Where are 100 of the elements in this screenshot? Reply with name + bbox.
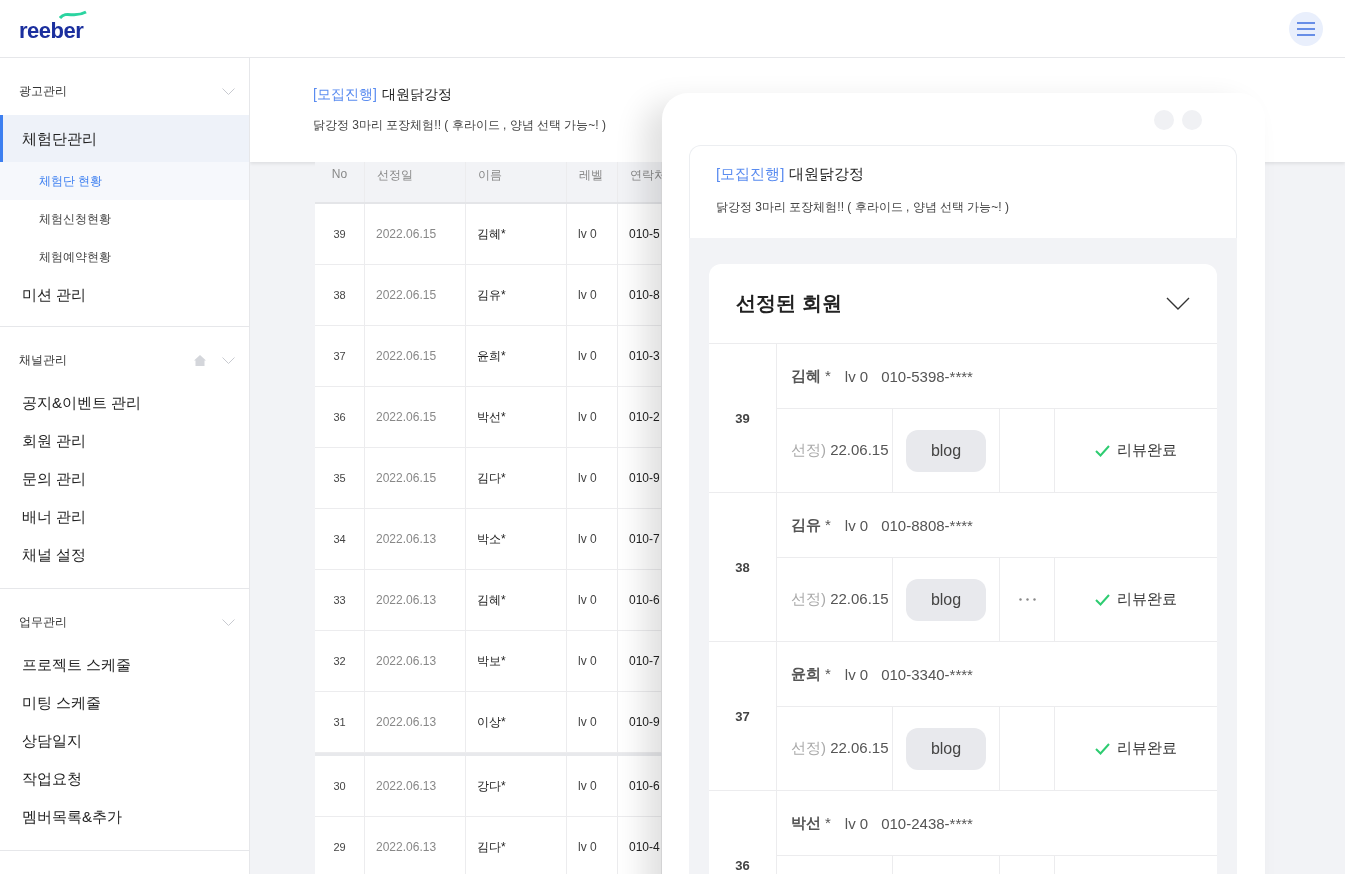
member-number: 37 [735,708,750,724]
sidebar-subitem[interactable]: 체험신청현황 [0,200,249,238]
channel-button[interactable]: blog [906,429,986,472]
sidebar-item[interactable]: 채널 설정 [0,536,249,574]
table-cell: 33 [315,570,365,630]
campaign-description: 닭강정 3마리 포장체험!! ( 후라이드 , 양념 선택 가능~! ) [716,199,1009,216]
selection-date: 선정) 22.06.15 [791,441,889,460]
member-number: 36 [735,857,750,873]
table-cell: 김혜* [466,570,567,630]
table-cell: 2022.06.13 [365,756,466,816]
channel-button[interactable]: blog [906,727,986,770]
table-cell: 박소* [466,509,567,569]
table-cell: lv 0 [567,326,618,386]
sidebar-item[interactable]: 배너 관리 [0,498,249,536]
member-name: 박선 * [791,813,831,833]
review-status: 리뷰완료 [1117,441,1177,460]
table-cell: 2022.06.15 [365,204,466,264]
table-cell: lv 0 [567,756,618,816]
table-cell: 34 [315,509,365,569]
sidebar-item[interactable]: 멤버목록&추가 [0,798,249,836]
table-cell: 2022.06.13 [365,692,466,752]
table-cell: lv 0 [567,817,618,874]
section-title[interactable]: 채널관리 [19,351,194,369]
table-cell: 2022.06.13 [365,631,466,691]
member-number: 39 [735,410,750,426]
table-cell: 32 [315,631,365,691]
member-level: lv 0 [844,516,869,534]
table-cell: lv 0 [567,265,618,325]
table-cell: 35 [315,448,365,508]
column-header: 레벨 [567,162,618,202]
sidebar-item[interactable]: 작업요청 [0,760,249,798]
section-title[interactable]: 업무관리 [19,613,222,631]
campaign-description: 닭강정 3마리 포장체험!! ( 후라이드 , 양념 선택 가능~! ) [313,117,606,134]
member-number: 38 [735,559,750,575]
status-label: [모집진행] [716,165,785,184]
table-cell: lv 0 [567,631,618,691]
table-cell: 37 [315,326,365,386]
sidebar-item[interactable]: 상담일지 [0,722,249,760]
table-cell: 박보* [466,631,567,691]
menu-button[interactable] [1289,11,1323,46]
review-status: 리뷰완료 [1117,739,1177,758]
campaign-title: 대원닭강정 [789,165,865,184]
member-name: 윤희 * [791,664,831,684]
chevron-down-icon[interactable] [1166,297,1190,310]
sidebar-subitem[interactable]: 체험단 현황 [0,162,249,200]
table-cell: 이상* [466,692,567,752]
member-phone: 010-3340-**** [881,665,973,683]
table-cell: 윤희* [466,326,567,386]
table-cell: lv 0 [567,509,618,569]
table-cell: 2022.06.15 [365,326,466,386]
column-header: 이름 [466,162,567,202]
table-cell: 김다* [466,817,567,874]
table-cell: 2022.06.13 [365,509,466,569]
table-cell: 31 [315,692,365,752]
table-cell: lv 0 [567,570,618,630]
status-label: [모집진행] [313,86,377,104]
member-level: lv 0 [844,665,869,683]
table-cell: 김혜* [466,204,567,264]
table-cell: 2022.06.13 [365,570,466,630]
member-phone: 010-2438-**** [881,814,973,832]
table-cell: lv 0 [567,387,618,447]
member-name: 김유 * [791,515,831,535]
table-cell: 강다* [466,756,567,816]
section-title: 선정된 회원 [736,291,842,316]
campaign-title: 대원닭강정 [381,86,452,104]
member-phone: 010-8808-**** [881,516,973,534]
selection-date: 선정) 22.06.15 [791,739,889,758]
sidebar-item[interactable]: 체험단관리 [0,115,249,162]
table-cell: 36 [315,387,365,447]
table-cell: 김유* [466,265,567,325]
member-level: lv 0 [844,367,869,385]
menu-icon [1297,21,1315,36]
table-cell: 29 [315,817,365,874]
sidebar-item[interactable]: 공지&이벤트 관리 [0,384,249,422]
logo[interactable]: reeber [19,13,84,44]
table-cell: lv 0 [567,204,618,264]
sidebar-item[interactable]: 문의 관리 [0,460,249,498]
table-cell: 38 [315,265,365,325]
sidebar-item[interactable]: 미션 관리 [0,276,249,314]
table-cell: 박선* [466,387,567,447]
table-cell: 39 [315,204,365,264]
table-cell: 2022.06.15 [365,265,466,325]
table-cell: 2022.06.15 [365,387,466,447]
sidebar-subitem[interactable]: 체험예약현황 [0,238,249,276]
sidebar-item[interactable]: 미팅 스케줄 [0,684,249,722]
section-title[interactable]: 광고관리 [19,82,222,100]
column-header: 선정일 [365,162,466,202]
channel-button[interactable]: blog [906,578,986,621]
table-cell: lv 0 [567,448,618,508]
member-level: lv 0 [844,814,869,832]
sidebar-item[interactable]: 회원 관리 [0,422,249,460]
member-name: 김혜 * [791,366,831,386]
table-cell: 2022.06.13 [365,817,466,874]
sidebar-item[interactable]: 프로젝트 스케줄 [0,646,249,684]
member-phone: 010-5398-**** [881,367,973,385]
more-icon[interactable] [1018,598,1036,601]
table-cell: 김다* [466,448,567,508]
wave-icon [59,9,88,20]
home-icon[interactable] [194,354,206,366]
review-status: 리뷰완료 [1117,590,1177,609]
